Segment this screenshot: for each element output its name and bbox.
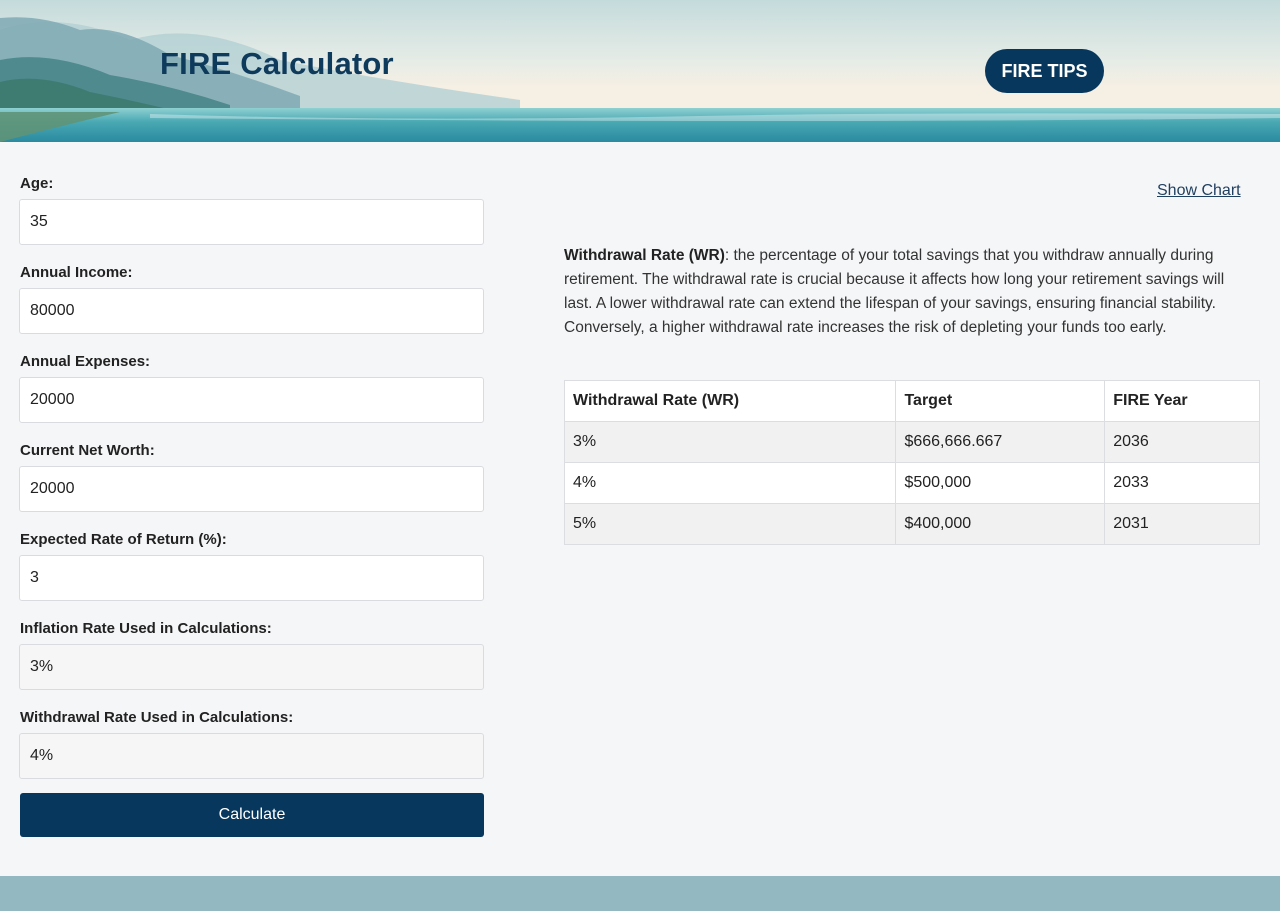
column-header-target: Target — [895, 380, 1106, 422]
table-row: 3% $666,666.667 2036 — [563, 421, 1260, 463]
inflation-rate-field-group: Inflation Rate Used in Calculations: — [19, 613, 484, 690]
calculator-form: Age: Annual Income: Annual Expenses: Cur… — [19, 168, 484, 837]
table-row: 5% $400,000 2031 — [563, 503, 1260, 545]
calculate-button[interactable]: Calculate — [20, 793, 484, 837]
results-table: Withdrawal Rate (WR) Target FIRE Year 3%… — [563, 380, 1260, 545]
age-field-group: Age: — [19, 168, 484, 245]
show-chart-link[interactable]: Show Chart — [1157, 182, 1241, 200]
inflation-rate-label: Inflation Rate Used in Calculations: — [20, 620, 272, 637]
cell-target: $666,666.667 — [895, 421, 1106, 463]
table-row: 4% $500,000 2033 — [563, 462, 1260, 504]
cell-fire-year: 2036 — [1104, 421, 1260, 463]
cell-fire-year: 2033 — [1104, 462, 1260, 504]
cell-withdrawal-rate: 5% — [563, 503, 897, 545]
description-term: Withdrawal Rate (WR) — [564, 247, 725, 264]
fire-tips-button[interactable]: FIRE TIPS — [985, 49, 1104, 93]
withdrawal-rate-label: Withdrawal Rate Used in Calculations: — [20, 709, 294, 726]
cell-withdrawal-rate: 4% — [563, 462, 897, 504]
annual-expenses-field-group: Annual Expenses: — [19, 346, 484, 423]
inflation-rate-input[interactable] — [19, 644, 484, 690]
column-header-withdrawal-rate: Withdrawal Rate (WR) — [563, 380, 897, 422]
age-input[interactable] — [19, 199, 484, 245]
page-title: FIRE Calculator — [160, 46, 394, 81]
net-worth-input[interactable] — [19, 466, 484, 512]
column-header-fire-year: FIRE Year — [1104, 380, 1260, 422]
age-label: Age: — [20, 175, 54, 192]
net-worth-label: Current Net Worth: — [20, 442, 155, 459]
cell-target: $500,000 — [895, 462, 1106, 504]
annual-income-input[interactable] — [19, 288, 484, 334]
cell-target: $400,000 — [895, 503, 1106, 545]
table-header-row: Withdrawal Rate (WR) Target FIRE Year — [563, 380, 1260, 422]
annual-income-label: Annual Income: — [20, 264, 133, 281]
annual-expenses-input[interactable] — [19, 377, 484, 423]
header-banner: FIRE Calculator FIRE TIPS — [0, 0, 1280, 142]
footer-bar — [0, 876, 1280, 911]
rate-of-return-field-group: Expected Rate of Return (%): — [19, 524, 484, 601]
annual-income-field-group: Annual Income: — [19, 257, 484, 334]
annual-expenses-label: Annual Expenses: — [20, 353, 151, 370]
rate-of-return-input[interactable] — [19, 555, 484, 601]
withdrawal-rate-input[interactable] — [19, 733, 484, 779]
net-worth-field-group: Current Net Worth: — [19, 435, 484, 512]
cell-withdrawal-rate: 3% — [563, 421, 897, 463]
rate-of-return-label: Expected Rate of Return (%): — [20, 531, 227, 548]
cell-fire-year: 2031 — [1104, 503, 1260, 545]
withdrawal-rate-field-group: Withdrawal Rate Used in Calculations: — [19, 702, 484, 779]
withdrawal-rate-description: Withdrawal Rate (WR): the percentage of … — [564, 244, 1244, 340]
